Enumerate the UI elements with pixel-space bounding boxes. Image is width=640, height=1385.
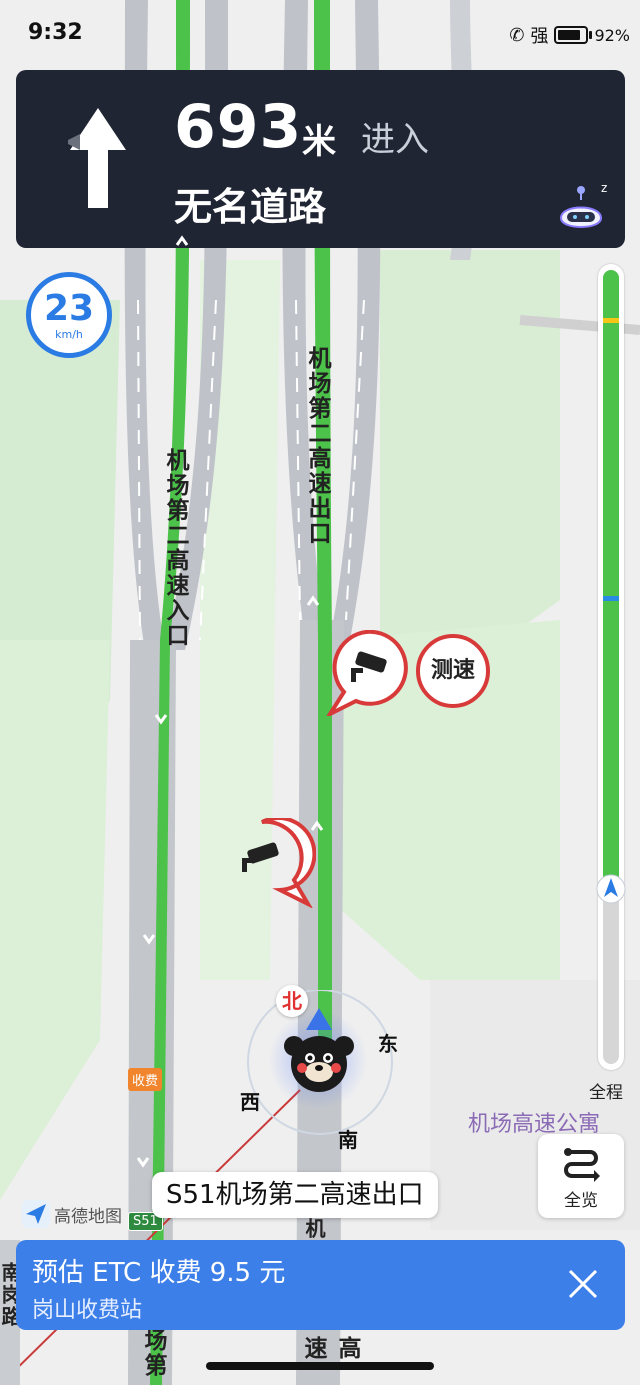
speed-check-badge[interactable]: 测速	[416, 634, 490, 708]
toll-station: 岗山收费站	[32, 1298, 143, 1323]
progress-yellow-segment	[603, 318, 619, 323]
progress-fill	[603, 270, 619, 890]
progress-blue-segment	[603, 596, 619, 601]
etc-toll-notice[interactable]: 预估 ETC 收费 9.5 元 岗山收费站	[16, 1240, 625, 1330]
brand-label: 高德地图	[54, 1206, 122, 1227]
toll-estimate: 预估 ETC 收费 9.5 元	[32, 1258, 286, 1288]
camera-icon	[242, 842, 279, 872]
home-indicator[interactable]	[206, 1362, 434, 1370]
compass-south: 南	[338, 1128, 358, 1152]
speed-camera-marker-upper[interactable]	[326, 630, 410, 716]
progress-position-icon	[596, 874, 626, 904]
progress-track	[603, 270, 619, 1064]
overview-button[interactable]: 全览	[538, 1134, 624, 1218]
overview-label: 全览	[564, 1191, 598, 1211]
compass-east: 东	[378, 1032, 398, 1056]
route-overview-icon	[564, 1148, 600, 1182]
compass-west: 西	[240, 1090, 260, 1114]
amap-logo-icon	[22, 1200, 50, 1228]
route-progress-bar[interactable]	[596, 264, 626, 1070]
amap-logo: 高德地图	[22, 1200, 122, 1228]
speed-camera-marker-lower[interactable]	[222, 818, 316, 908]
progress-label: 全程	[589, 1083, 623, 1103]
close-icon[interactable]	[567, 1268, 599, 1300]
vehicle-avatar-icon[interactable]	[280, 1008, 358, 1106]
current-road-label: S51机场第二高速出口	[152, 1172, 438, 1218]
toll-tag[interactable]: 收费	[128, 1068, 163, 1091]
